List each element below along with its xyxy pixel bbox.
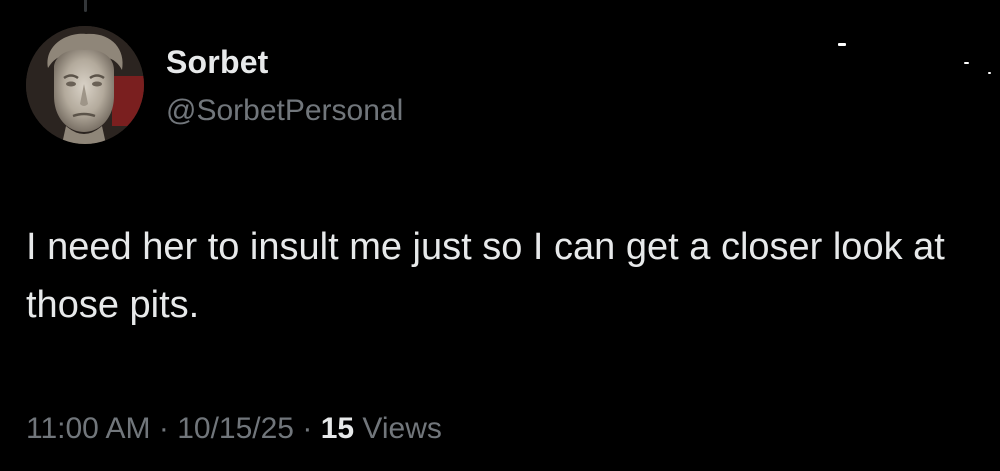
meta-separator: · <box>302 412 313 445</box>
tweet-author: Sorbet @SorbetPersonal <box>166 40 403 132</box>
image-artifact-speck <box>988 72 991 74</box>
image-artifact-speck <box>838 43 846 46</box>
meta-separator: · <box>158 412 169 445</box>
views-count[interactable]: 15 <box>321 412 354 445</box>
display-name[interactable]: Sorbet <box>166 40 403 84</box>
tweet-metadata: 11:00 AM · 10/15/25 · 15 Views <box>26 407 442 451</box>
image-artifact-speck <box>964 62 969 64</box>
user-handle[interactable]: @SorbetPersonal <box>166 90 403 132</box>
thread-connector-line <box>84 0 87 12</box>
tweet-date[interactable]: 10/15/25 <box>177 412 294 445</box>
statue-head-icon <box>26 26 144 144</box>
tweet-time[interactable]: 11:00 AM <box>26 412 151 445</box>
views-label: Views <box>362 412 442 445</box>
tweet-body-text: I need her to insult me just so I can ge… <box>26 226 945 326</box>
avatar[interactable] <box>26 26 144 144</box>
